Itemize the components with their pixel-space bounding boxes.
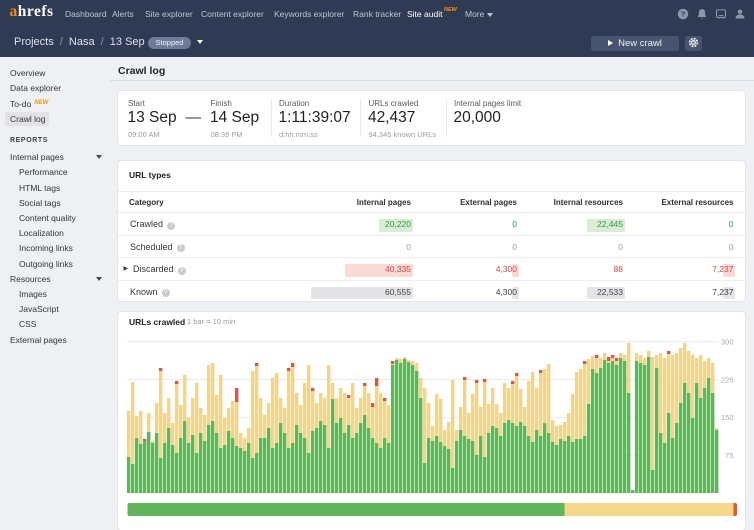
- svg-text:225: 225: [720, 375, 733, 384]
- svg-text:300: 300: [720, 338, 733, 347]
- svg-text:?: ?: [681, 10, 686, 19]
- svg-text:75: 75: [725, 451, 733, 460]
- svg-text:150: 150: [720, 413, 733, 422]
